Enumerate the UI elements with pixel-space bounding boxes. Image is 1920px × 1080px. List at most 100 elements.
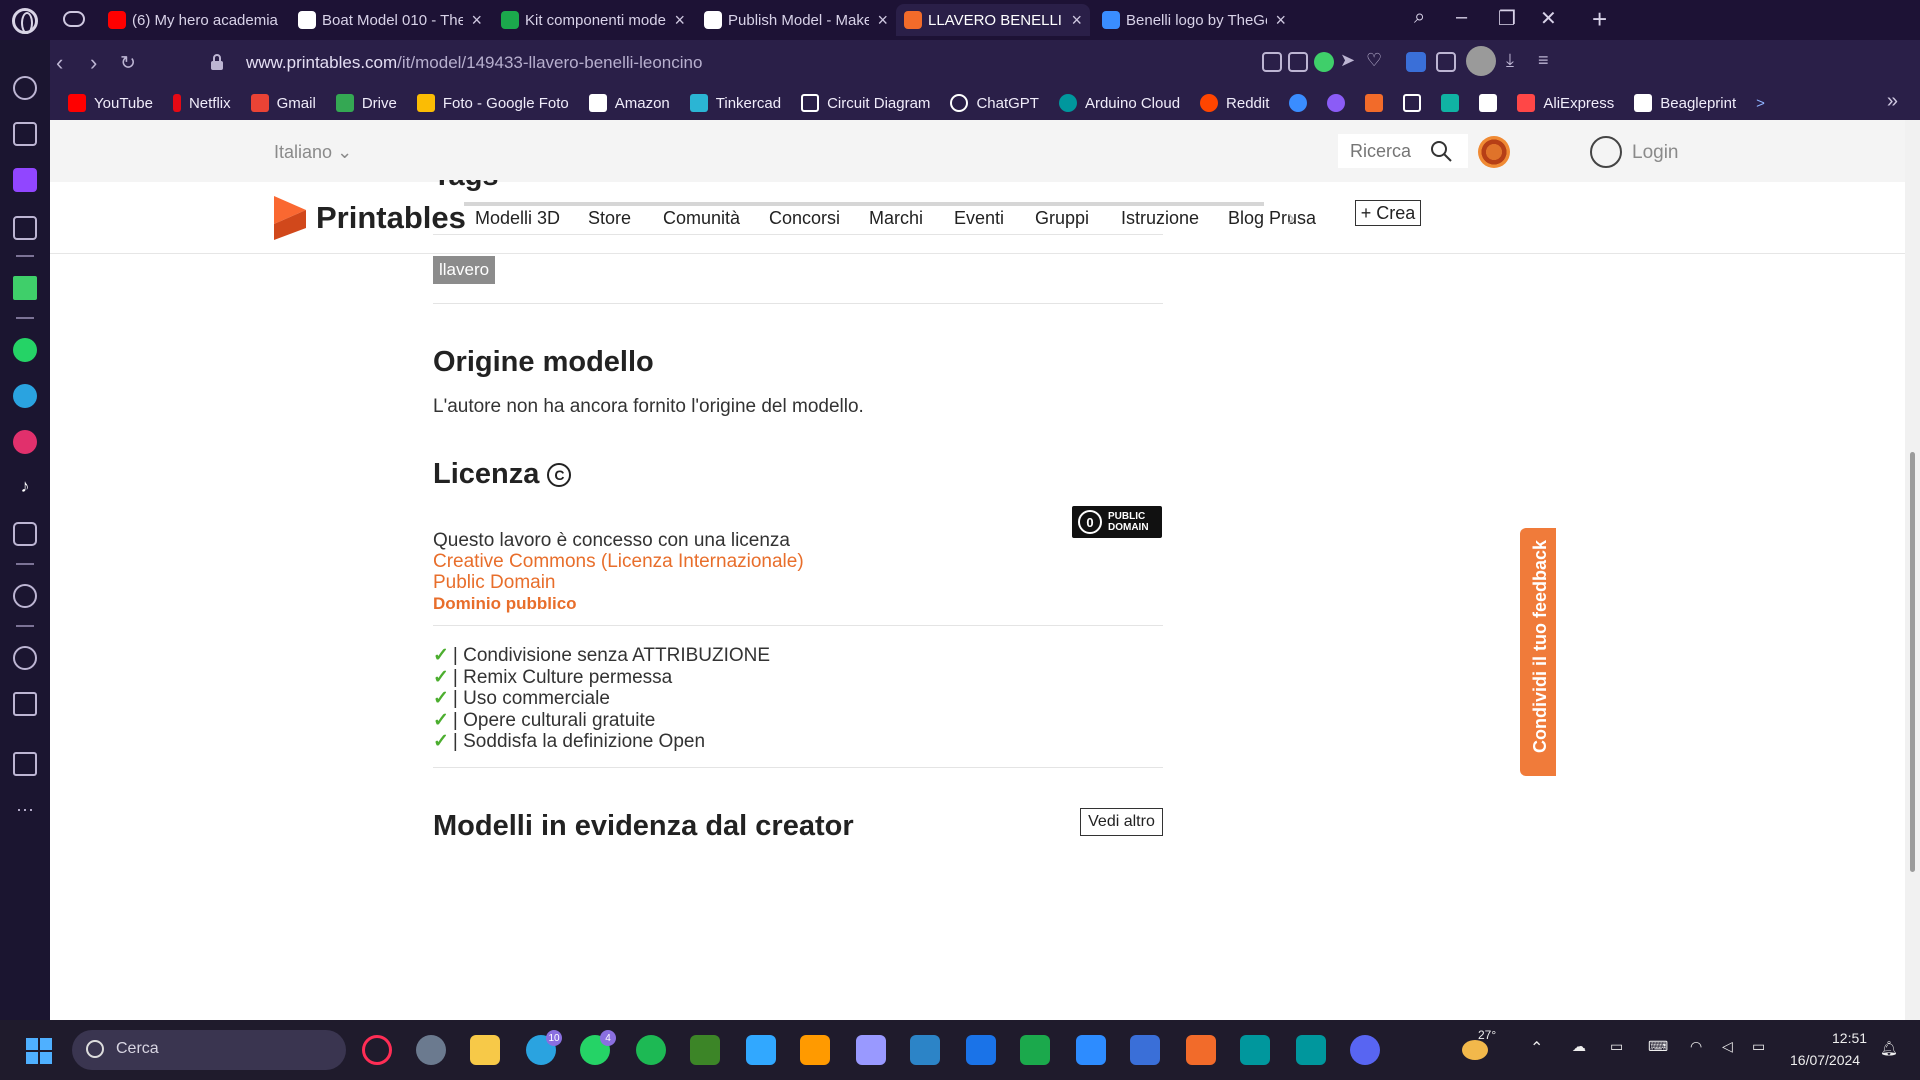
keyboard-icon[interactable]: ⌨ bbox=[1648, 1038, 1668, 1055]
gx-gamepad-icon[interactable] bbox=[63, 11, 85, 27]
opera-gx-icon[interactable] bbox=[362, 1035, 392, 1065]
discord-icon[interactable] bbox=[1350, 1035, 1380, 1065]
fusion-icon[interactable] bbox=[1186, 1035, 1216, 1065]
public-domain-link[interactable]: Public Domain bbox=[433, 572, 556, 594]
history-icon[interactable] bbox=[13, 646, 37, 670]
share-icon[interactable] bbox=[1262, 52, 1282, 72]
bookmark-printables[interactable] bbox=[1365, 94, 1384, 112]
bookmark-teal[interactable] bbox=[1441, 94, 1460, 112]
minimize-button[interactable]: – bbox=[1456, 6, 1467, 29]
forward-button[interactable]: › bbox=[90, 50, 97, 76]
arduino-ide-icon[interactable] bbox=[1240, 1035, 1270, 1065]
snapshot-icon[interactable] bbox=[1288, 52, 1308, 72]
tray-chevron-up-icon[interactable]: ⌃ bbox=[1530, 1038, 1543, 1058]
nav-marchi[interactable]: Marchi bbox=[869, 208, 923, 229]
onedrive-icon[interactable]: ☁ bbox=[1572, 1038, 1586, 1055]
sheets-app-icon[interactable] bbox=[1020, 1035, 1050, 1065]
bookmark-chatgpt[interactable]: ChatGPT bbox=[950, 94, 1039, 112]
see-more-button[interactable]: Vedi altro bbox=[1080, 808, 1163, 836]
close-tab-icon[interactable]: × bbox=[471, 10, 482, 31]
battery-icon[interactable]: ▭ bbox=[1752, 1038, 1765, 1055]
taskbar-search[interactable]: Cerca bbox=[72, 1030, 346, 1070]
nav-comunita[interactable]: Comunità bbox=[663, 208, 740, 229]
close-tab-icon[interactable]: × bbox=[1071, 10, 1082, 31]
close-tab-icon[interactable]: × bbox=[1275, 10, 1286, 31]
close-tab-icon[interactable]: × bbox=[674, 10, 685, 31]
notification-bell-icon[interactable]: 🔔︎ bbox=[1880, 1040, 1898, 1057]
bookmark-circuit-diagram[interactable]: Circuit Diagram bbox=[801, 94, 930, 112]
bookmark-beagleprint[interactable]: Beagleprint bbox=[1634, 94, 1736, 112]
discord-icon[interactable] bbox=[13, 522, 37, 546]
cricut-icon[interactable] bbox=[966, 1035, 996, 1065]
bookmark-gmail[interactable]: Gmail bbox=[250, 94, 316, 112]
new-tab-button[interactable]: + bbox=[1592, 4, 1607, 35]
tab-search-icon[interactable]: ⌕ bbox=[1414, 6, 1425, 29]
public-domain-badge[interactable]: 0 PUBLIC DOMAIN bbox=[1072, 506, 1162, 538]
cube-icon[interactable] bbox=[1436, 52, 1456, 72]
minecraft-icon[interactable] bbox=[690, 1035, 720, 1065]
bookmark-youtube[interactable]: YouTube bbox=[68, 94, 153, 112]
nav-istruzione[interactable]: Istruzione bbox=[1121, 208, 1199, 229]
prusameter-icon[interactable] bbox=[1478, 136, 1510, 168]
bookmark-aliexpress[interactable]: AliExpress bbox=[1517, 94, 1614, 112]
language-selector[interactable]: Italiano ⌄ bbox=[274, 142, 352, 163]
bookmark-tool[interactable] bbox=[1403, 94, 1422, 112]
bookmark-reddit[interactable]: Reddit bbox=[1200, 94, 1269, 112]
spotify-icon[interactable] bbox=[636, 1035, 666, 1065]
whatsapp-icon[interactable] bbox=[13, 338, 37, 362]
bookmark-drive[interactable]: Drive bbox=[335, 94, 397, 112]
nav-scroll-right-icon[interactable]: › bbox=[1287, 204, 1295, 232]
opera-menu-icon[interactable] bbox=[12, 8, 38, 34]
weather-icon[interactable] bbox=[1462, 1040, 1488, 1060]
translate-icon[interactable] bbox=[1406, 52, 1426, 72]
chip-icon[interactable] bbox=[13, 216, 37, 240]
tab-llavero-active[interactable]: LLAVERO BENELLI LEONCIN × bbox=[896, 4, 1090, 36]
bookmark-netflix[interactable]: Netflix bbox=[172, 94, 231, 112]
reload-button[interactable]: ↻ bbox=[120, 52, 136, 75]
tab-publish-model[interactable]: Publish Model - MakerWor × bbox=[696, 4, 896, 36]
zoom-icon[interactable] bbox=[1076, 1035, 1106, 1065]
photoshop-icon[interactable] bbox=[746, 1035, 776, 1065]
wifi-icon[interactable]: ◠ bbox=[1690, 1038, 1702, 1055]
twitch-icon[interactable] bbox=[13, 168, 37, 192]
nav-store[interactable]: Store bbox=[588, 208, 631, 229]
nav-modelli-3d[interactable]: Modelli 3D bbox=[475, 208, 560, 229]
create-button[interactable]: + Crea bbox=[1355, 200, 1421, 226]
avatar[interactable] bbox=[1466, 46, 1496, 76]
volume-icon[interactable]: ◁ bbox=[1722, 1038, 1733, 1055]
heart-icon[interactable]: ♡ bbox=[1366, 50, 1386, 70]
nav-blog-prusa[interactable]: Blog Prusa bbox=[1228, 208, 1316, 229]
bookmark-canva[interactable] bbox=[1327, 94, 1346, 112]
illustrator-icon[interactable] bbox=[800, 1035, 830, 1065]
page-scrollbar-thumb[interactable] bbox=[1910, 452, 1915, 872]
windows-start-icon[interactable] bbox=[26, 1038, 52, 1064]
nav-eventi[interactable]: Eventi bbox=[954, 208, 1004, 229]
close-tab-icon[interactable]: × bbox=[877, 10, 888, 31]
back-button[interactable]: ‹ bbox=[56, 50, 63, 76]
more-icon[interactable]: ⋯ bbox=[13, 800, 37, 824]
calculator-icon[interactable] bbox=[910, 1035, 940, 1065]
nav-concorsi[interactable]: Concorsi bbox=[769, 208, 840, 229]
player-icon[interactable] bbox=[13, 584, 37, 608]
clock-time[interactable]: 12:51 bbox=[1832, 1030, 1867, 1046]
login-link[interactable]: Login bbox=[1632, 142, 1679, 164]
bookmark-thingiverse[interactable] bbox=[1289, 94, 1308, 112]
bookmark-extra[interactable]: > bbox=[1756, 95, 1765, 112]
file-explorer-icon[interactable] bbox=[470, 1035, 500, 1065]
user-icon[interactable] bbox=[1590, 136, 1622, 168]
arduino-cloud-icon[interactable] bbox=[1296, 1035, 1326, 1065]
restore-button[interactable]: ❐ bbox=[1498, 6, 1516, 31]
store-icon[interactable] bbox=[1130, 1035, 1160, 1065]
bookmark-makerworld[interactable] bbox=[1479, 94, 1498, 112]
lock-icon[interactable] bbox=[210, 54, 224, 70]
settings-icon[interactable] bbox=[416, 1035, 446, 1065]
bookmarks-more-icon[interactable]: » bbox=[1887, 90, 1898, 113]
tag-chip[interactable]: llavero bbox=[433, 256, 496, 284]
send-icon[interactable]: ➤ bbox=[1340, 50, 1360, 70]
printables-logo-icon[interactable] bbox=[274, 196, 306, 240]
tab-benelli-logo[interactable]: Benelli logo by TheGello - × bbox=[1094, 4, 1294, 36]
cube-icon[interactable] bbox=[13, 692, 37, 716]
dominio-pubblico-link[interactable]: Dominio pubblico bbox=[433, 594, 577, 614]
download-icon[interactable]: ⤓ bbox=[1506, 50, 1526, 70]
search-icon[interactable] bbox=[1430, 140, 1452, 162]
